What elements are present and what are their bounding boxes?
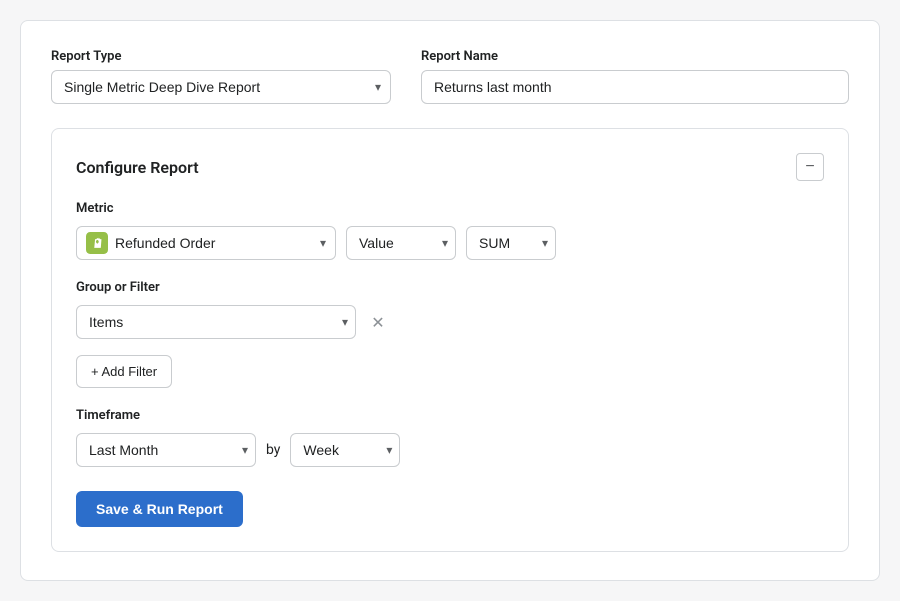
report-type-select[interactable]: Single Metric Deep Dive Report bbox=[51, 70, 391, 104]
metric-select-wrapper: Refunded Order ▾ bbox=[76, 226, 336, 260]
metric-section: Metric Refunded Order bbox=[76, 201, 824, 260]
timeframe-select-wrapper: Last Month ▾ bbox=[76, 433, 256, 467]
configure-header: Configure Report − bbox=[76, 153, 824, 181]
collapse-button[interactable]: − bbox=[796, 153, 824, 181]
top-row: Report Type Single Metric Deep Dive Repo… bbox=[51, 49, 849, 104]
report-name-input[interactable] bbox=[421, 70, 849, 104]
save-run-button[interactable]: Save & Run Report bbox=[76, 491, 243, 527]
timeframe-row: Last Month ▾ by Week ▾ bbox=[76, 433, 824, 467]
by-label: by bbox=[266, 442, 280, 458]
value-select[interactable]: Value bbox=[346, 226, 456, 260]
configure-title: Configure Report bbox=[76, 158, 199, 177]
page-container: Report Type Single Metric Deep Dive Repo… bbox=[20, 20, 880, 581]
aggregation-select-wrapper: SUM ▾ bbox=[466, 226, 556, 260]
group-filter-section: Group or Filter Items ▾ ✕ + Add Filter bbox=[76, 280, 824, 408]
remove-filter-icon[interactable]: ✕ bbox=[366, 310, 390, 334]
value-select-wrapper: Value ▾ bbox=[346, 226, 456, 260]
filter-select-wrapper: Items ▾ bbox=[76, 305, 356, 339]
main-card: Report Type Single Metric Deep Dive Repo… bbox=[20, 20, 880, 581]
metric-row: Refunded Order ▾ Value ▾ SUM bbox=[76, 226, 824, 260]
group-filter-label: Group or Filter bbox=[76, 280, 824, 295]
timeframe-select[interactable]: Last Month bbox=[76, 433, 256, 467]
configure-section: Configure Report − Metric bbox=[51, 128, 849, 552]
report-type-label: Report Type bbox=[51, 49, 391, 64]
metric-select[interactable]: Refunded Order bbox=[76, 226, 336, 260]
period-select-wrapper: Week ▾ bbox=[290, 433, 400, 467]
save-run-label: Save & Run Report bbox=[96, 501, 223, 517]
timeframe-label: Timeframe bbox=[76, 408, 824, 423]
add-filter-button[interactable]: + Add Filter bbox=[76, 355, 172, 388]
report-name-group: Report Name bbox=[421, 49, 849, 104]
collapse-icon: − bbox=[805, 159, 814, 175]
add-filter-label: + Add Filter bbox=[91, 364, 157, 379]
filter-select[interactable]: Items bbox=[76, 305, 356, 339]
aggregation-select[interactable]: SUM bbox=[466, 226, 556, 260]
period-select[interactable]: Week bbox=[290, 433, 400, 467]
filter-row: Items ▾ ✕ bbox=[76, 305, 824, 339]
report-name-label: Report Name bbox=[421, 49, 849, 64]
report-type-select-wrapper: Single Metric Deep Dive Report ▾ bbox=[51, 70, 391, 104]
report-type-group: Report Type Single Metric Deep Dive Repo… bbox=[51, 49, 391, 104]
timeframe-section: Timeframe Last Month ▾ by Week ▾ bbox=[76, 408, 824, 467]
metric-label: Metric bbox=[76, 201, 824, 216]
